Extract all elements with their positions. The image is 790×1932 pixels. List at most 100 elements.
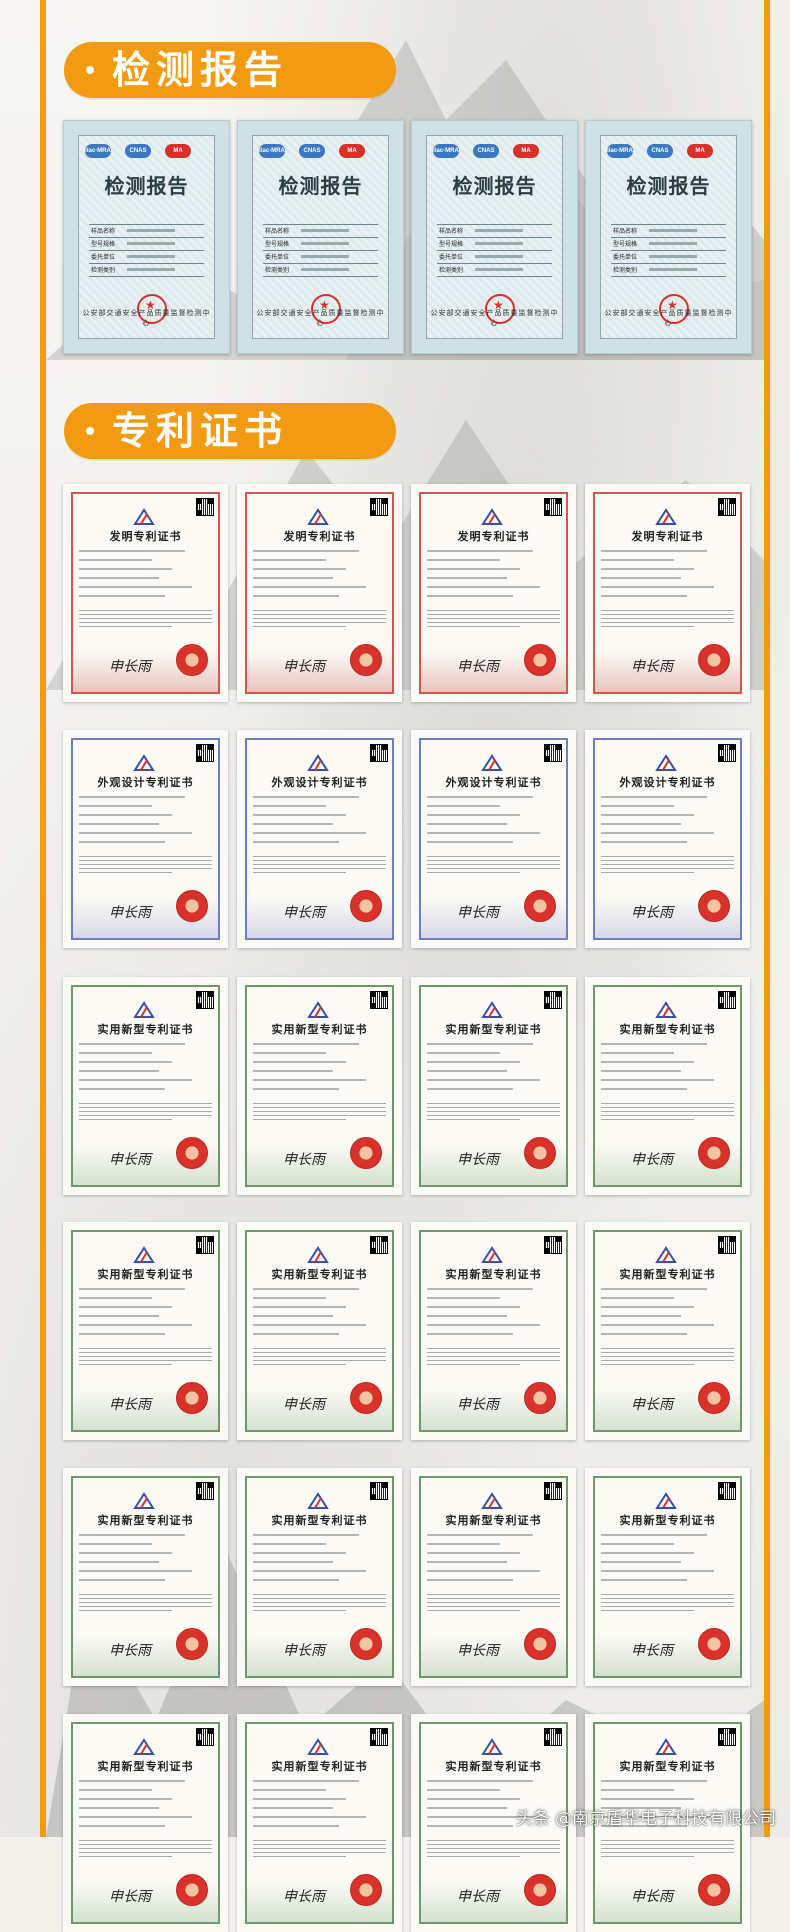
signature: 申长雨 (283, 905, 325, 921)
signature: 申长雨 (631, 1643, 673, 1659)
test-report-card[interactable]: ilac-MRA CNAS MA 检测报告 样品名称型号规格委托单位检测类别 公安部… (585, 120, 752, 354)
patent-certificate-utility[interactable]: 实用新型专利证书 申长雨 (237, 1222, 402, 1440)
test-report-card[interactable]: ilac-MRA CNAS MA 检测报告 样品名称型号规格委托单位检测类别 公安部… (63, 120, 230, 354)
section-title: 专利证书 (112, 408, 289, 453)
signature: 申长雨 (457, 1643, 499, 1659)
report-field-row: 样品名称 (263, 225, 378, 238)
certificate-body-text (601, 1594, 734, 1614)
certificate-title: 实用新型专利证书 (445, 1514, 542, 1527)
qr-code-icon (196, 991, 214, 1009)
qr-code-icon (196, 744, 214, 762)
report-logos: ilac-MRA CNAS MA (433, 144, 556, 160)
certification-logo: MA (687, 144, 713, 158)
signature: 申长雨 (109, 659, 151, 675)
report-title: 检测报告 (278, 174, 363, 198)
signature: 申长雨 (109, 1152, 151, 1168)
patent-certificate-invention[interactable]: 发明专利证书 申长雨 (237, 484, 402, 702)
signature: 申长雨 (283, 1397, 325, 1413)
report-field-table: 样品名称 型号规格 委托单位 检测类别 (89, 224, 204, 277)
patent-certificate-utility[interactable]: 实用新型专利证书 申长雨 (411, 1468, 576, 1686)
patent-certificate-utility[interactable]: 实用新型专利证书 申长雨 (585, 1468, 750, 1686)
field-label: 型号规格 (613, 241, 638, 248)
patent-certificate-invention[interactable]: 发明专利证书 申长雨 (63, 484, 228, 702)
patent-certificate-utility[interactable]: 实用新型专利证书 申长雨 (237, 1714, 402, 1932)
qr-code-icon (370, 1236, 388, 1254)
patent-certificate-invention[interactable]: 发明专利证书 申长雨 (585, 484, 750, 702)
official-seal-icon (524, 1628, 556, 1660)
qr-code-icon (544, 1236, 562, 1254)
official-seal-icon (350, 1137, 382, 1169)
official-seal-icon (176, 1628, 208, 1660)
certificate-fields (601, 1288, 734, 1342)
patent-certificate-utility[interactable]: 实用新型专利证书 申长雨 (63, 977, 228, 1195)
certificate-title: 发明专利证书 (457, 530, 530, 543)
patent-certificate-design[interactable]: 外观设计专利证书 申长雨 (237, 730, 402, 948)
report-field-row: 委托单位 (263, 251, 378, 264)
certificate-title: 实用新型专利证书 (445, 1268, 542, 1281)
signature: 申长雨 (283, 659, 325, 675)
official-seal-icon (698, 1137, 730, 1169)
patent-certificate-utility[interactable]: 实用新型专利证书 申长雨 (237, 1468, 402, 1686)
certification-logo: MA (165, 144, 191, 158)
certification-logo: ilac-MRA (259, 144, 285, 158)
test-report-card[interactable]: ilac-MRA CNAS MA 检测报告 样品名称型号规格委托单位检测类别 公安部… (237, 120, 404, 354)
official-seal-icon (176, 1382, 208, 1414)
certificate-body-text (601, 1840, 734, 1860)
certificate-fields (253, 1780, 386, 1834)
test-report-card[interactable]: ilac-MRA CNAS MA 检测报告 样品名称型号规格委托单位检测类别 公安部… (411, 120, 578, 354)
certificate-body-text (253, 856, 386, 876)
patent-certificate-design[interactable]: 外观设计专利证书 申长雨 (585, 730, 750, 948)
certificate-fields (79, 1043, 212, 1097)
certificate-title: 发明专利证书 (109, 530, 182, 543)
certificate-title: 实用新型专利证书 (445, 1023, 542, 1036)
patent-certificate-utility[interactable]: 实用新型专利证书 申长雨 (585, 1222, 750, 1440)
patent-certificate-utility[interactable]: 实用新型专利证书 申长雨 (63, 1222, 228, 1440)
qr-code-icon (196, 498, 214, 516)
certificate-fields (253, 1534, 386, 1588)
signature: 申长雨 (109, 1397, 151, 1413)
patent-office-emblem-icon (481, 508, 503, 525)
report-field-row: 检测类别 (437, 264, 552, 277)
certificate-body-text (601, 1103, 734, 1123)
report-field-row: 样品名称 (611, 225, 726, 238)
page-background: 检测报告 ilac-MRA CNAS MA 检测报告 样品名称 型号规格 委托单位 检测类… (0, 0, 790, 1932)
patent-certificate-utility[interactable]: 实用新型专利证书 申长雨 (63, 1714, 228, 1932)
field-label: 型号规格 (265, 241, 290, 248)
qr-code-icon (196, 1482, 214, 1500)
certification-logo: ilac-MRA (607, 144, 633, 158)
patent-certificate-invention[interactable]: 发明专利证书 申长雨 (411, 484, 576, 702)
patent-certificate-design[interactable]: 外观设计专利证书 申长雨 (63, 730, 228, 948)
field-label: 样品名称 (91, 228, 116, 235)
report-field-row: 样品名称 (89, 225, 204, 238)
certificate-title: 外观设计专利证书 (97, 776, 194, 789)
certification-logo: CNAS (125, 144, 151, 158)
certificate-title: 实用新型专利证书 (97, 1268, 194, 1281)
patent-office-emblem-icon (307, 1492, 329, 1509)
report-page: ilac-MRA CNAS MA 检测报告 样品名称型号规格委托单位检测类别 公安部… (252, 135, 389, 339)
certification-logo: CNAS (647, 144, 673, 158)
certificate-title: 实用新型专利证书 (271, 1268, 368, 1281)
patent-certificate-utility[interactable]: 实用新型专利证书 申长雨 (411, 1222, 576, 1440)
signature: 申长雨 (631, 1889, 673, 1905)
certificate-body-text (79, 1840, 212, 1860)
section-header-patents: 专利证书 (64, 403, 396, 459)
signature: 申长雨 (457, 659, 499, 675)
patent-certificate-utility[interactable]: 实用新型专利证书 申长雨 (411, 977, 576, 1195)
patent-certificate-utility[interactable]: 实用新型专利证书 申长雨 (585, 977, 750, 1195)
patent-office-emblem-icon (655, 508, 677, 525)
signature: 申长雨 (109, 1889, 151, 1905)
certificate-title: 实用新型专利证书 (97, 1760, 194, 1773)
patent-certificate-utility[interactable]: 实用新型专利证书 申长雨 (63, 1468, 228, 1686)
official-seal-icon (524, 890, 556, 922)
field-label: 样品名称 (439, 228, 464, 235)
certificate-fields (427, 1043, 560, 1097)
certificate-body-text (253, 1840, 386, 1860)
patent-office-emblem-icon (307, 508, 329, 525)
qr-code-icon (718, 744, 736, 762)
patent-certificate-design[interactable]: 外观设计专利证书 申长雨 (411, 730, 576, 948)
qr-code-icon (718, 1482, 736, 1500)
certificate-body-text (253, 1348, 386, 1368)
report-issuer: 公安部交通安全产品质量监督检测中心 (604, 309, 733, 327)
patent-certificate-utility[interactable]: 实用新型专利证书 申长雨 (237, 977, 402, 1195)
certificate-fields (601, 1534, 734, 1588)
